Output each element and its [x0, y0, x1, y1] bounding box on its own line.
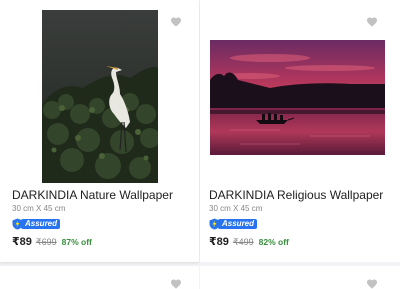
product-card[interactable]: DARKINDIA Nature Wallpaper 30 cm X 45 cm…: [0, 0, 199, 262]
assured-label: Assured: [21, 219, 61, 229]
original-price: ₹699: [35, 237, 57, 247]
discount-percent: 82% off: [258, 237, 289, 247]
discount-percent: 87% off: [61, 237, 92, 247]
price-row: ₹89 ₹699 87% off: [12, 235, 92, 248]
product-image-egret[interactable]: [42, 10, 158, 183]
assured-label: Assured: [218, 219, 258, 229]
product-size: 30 cm X 45 cm: [12, 204, 66, 213]
product-image-sunset-boat[interactable]: [210, 40, 385, 155]
product-card[interactable]: [0, 266, 199, 289]
product-size: 30 cm X 45 cm: [209, 204, 263, 213]
product-title[interactable]: DARKINDIA Religious Wallpaper: [209, 188, 383, 202]
product-card[interactable]: [200, 266, 400, 289]
selling-price: ₹89: [209, 236, 229, 248]
selling-price: ₹89: [12, 236, 32, 248]
heart-icon[interactable]: [170, 16, 182, 28]
heart-icon[interactable]: [366, 16, 378, 28]
price-row: ₹89 ₹499 82% off: [209, 235, 289, 248]
product-title[interactable]: DARKINDIA Nature Wallpaper: [12, 188, 173, 202]
assured-badge: Assured: [12, 218, 61, 230]
product-card[interactable]: DARKINDIA Religious Wallpaper 30 cm X 45…: [200, 0, 400, 262]
product-grid: DARKINDIA Nature Wallpaper 30 cm X 45 cm…: [0, 0, 400, 289]
assured-badge: Assured: [209, 218, 258, 230]
heart-icon[interactable]: [170, 278, 182, 289]
original-price: ₹499: [232, 237, 254, 247]
heart-icon[interactable]: [366, 278, 378, 289]
